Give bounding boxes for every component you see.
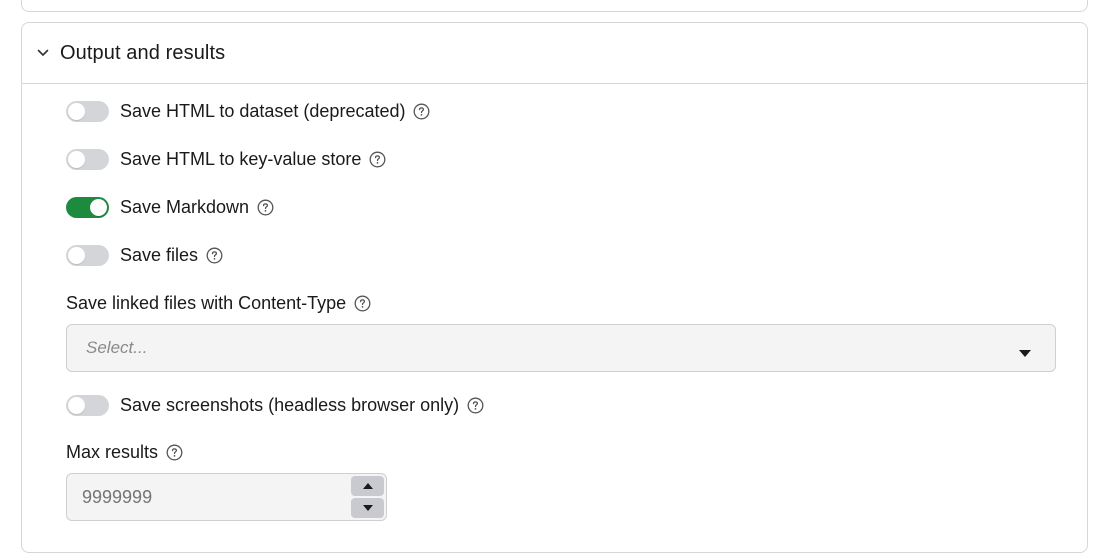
- toggle-row-markdown: Save Markdown: [66, 197, 274, 218]
- caret-down-icon: [1019, 345, 1031, 357]
- max-results-label: Max results: [66, 442, 159, 462]
- help-icon[interactable]: [206, 247, 223, 264]
- help-icon[interactable]: [369, 151, 386, 168]
- toggle-label: Save files: [120, 245, 199, 265]
- quantity-stepper: [351, 476, 384, 518]
- toggle-knob: [68, 151, 85, 168]
- content-type-label-row: Save linked files with Content-Type: [66, 293, 371, 314]
- content-type-label: Save linked files with Content-Type: [66, 293, 347, 313]
- toggle-label: Save HTML to dataset (deprecated): [120, 101, 406, 121]
- help-icon[interactable]: [166, 444, 183, 461]
- help-icon[interactable]: [257, 199, 274, 216]
- save-html-kv-toggle[interactable]: [66, 149, 109, 170]
- save-markdown-toggle[interactable]: [66, 197, 109, 218]
- output-results-section: Output and results Save HTML to dataset …: [21, 22, 1088, 553]
- toggle-knob: [68, 247, 85, 264]
- content-type-select[interactable]: Select...: [66, 324, 1056, 372]
- previous-section-card: [21, 0, 1088, 12]
- max-results-label-row: Max results: [66, 442, 183, 463]
- toggle-row-files: Save files: [66, 245, 223, 266]
- toggle-knob: [68, 103, 85, 120]
- toggle-knob: [68, 397, 85, 414]
- toggle-knob: [90, 199, 107, 216]
- max-results-input[interactable]: [67, 474, 347, 520]
- help-icon[interactable]: [354, 295, 371, 312]
- chevron-down-icon[interactable]: [36, 46, 50, 60]
- increment-button[interactable]: [351, 476, 384, 496]
- help-icon[interactable]: [467, 397, 484, 414]
- toggle-label: Save Markdown: [120, 197, 250, 217]
- save-html-dataset-toggle[interactable]: [66, 101, 109, 122]
- toggle-row-html-kv: Save HTML to key-value store: [66, 149, 386, 170]
- toggle-row-html-dataset: Save HTML to dataset (deprecated): [66, 101, 430, 122]
- section-title: Output and results: [60, 41, 226, 64]
- decrement-button[interactable]: [351, 498, 384, 518]
- toggle-label: Save HTML to key-value store: [120, 149, 362, 169]
- toggle-label: Save screenshots (headless browser only): [120, 395, 460, 415]
- max-results-field: [66, 473, 387, 521]
- help-icon[interactable]: [413, 103, 430, 120]
- save-screenshots-toggle[interactable]: [66, 395, 109, 416]
- select-placeholder: Select...: [86, 338, 148, 357]
- toggle-row-screenshots: Save screenshots (headless browser only): [66, 395, 484, 416]
- save-files-toggle[interactable]: [66, 245, 109, 266]
- section-header[interactable]: Output and results: [22, 23, 1087, 84]
